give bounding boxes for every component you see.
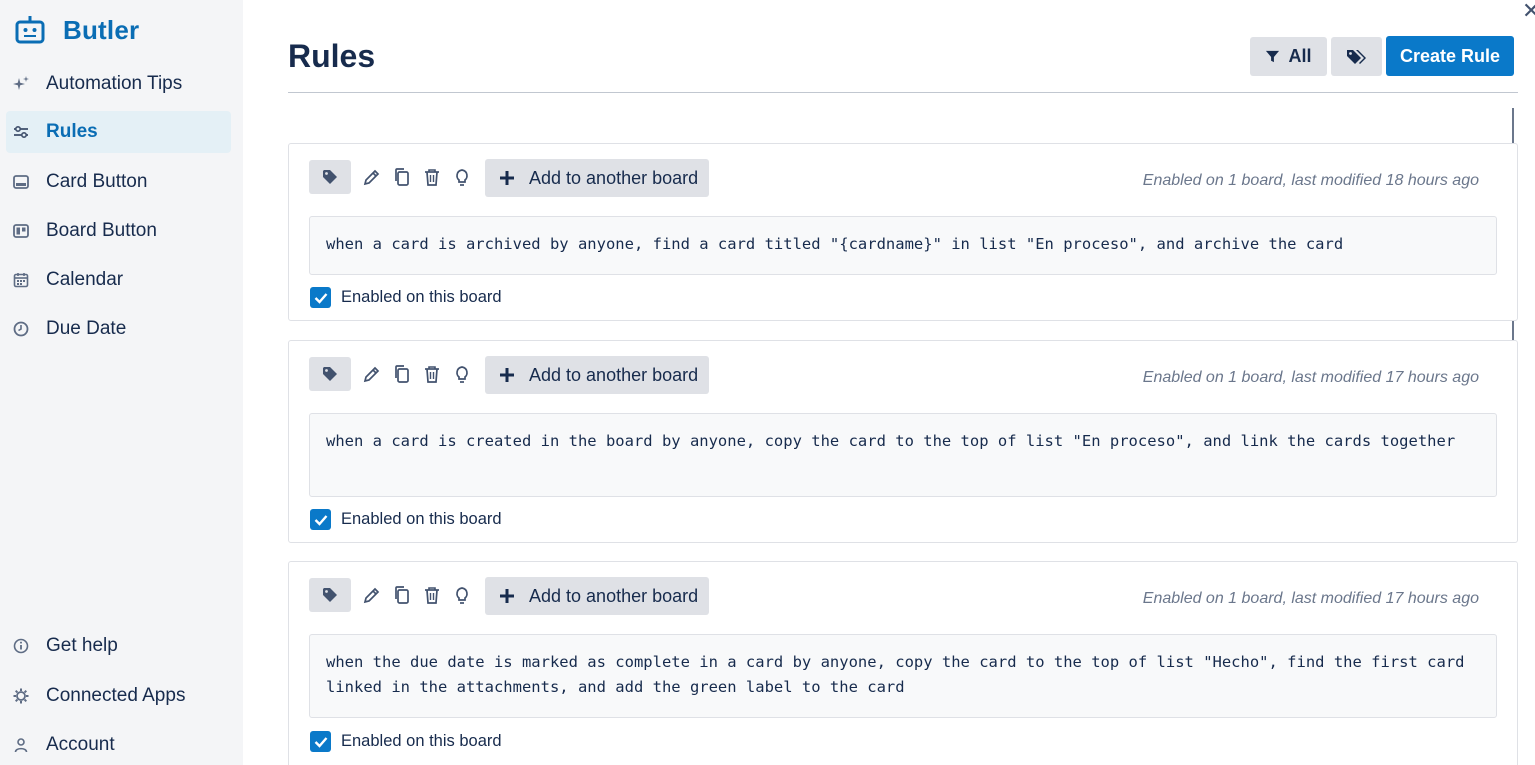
sliders-icon — [12, 123, 30, 141]
add-to-another-board-button[interactable]: Add to another board — [485, 356, 709, 394]
gear-icon — [12, 687, 30, 705]
rule-text: when a card is archived by anyone, find … — [309, 216, 1497, 275]
rule-meta: Enabled on 1 board, last modified 17 hou… — [1142, 590, 1479, 607]
sidebar-item-label: Card Button — [46, 171, 148, 192]
sparkles-icon — [12, 75, 30, 93]
enabled-checkbox[interactable]: Enabled on this board — [310, 509, 502, 530]
sidebar-item-label: Connected Apps — [46, 685, 186, 706]
board-button-icon — [12, 222, 30, 240]
filter-label: All — [1288, 46, 1312, 66]
info-icon — [12, 637, 30, 655]
trash-icon[interactable] — [421, 166, 443, 188]
rule-card: Add to another board Enabled on 1 board,… — [288, 143, 1518, 321]
add-to-another-board-button[interactable]: Add to another board — [485, 577, 709, 615]
checkmark-icon — [310, 731, 331, 752]
tag-icon — [322, 169, 338, 185]
copy-icon[interactable] — [391, 166, 413, 188]
trash-icon[interactable] — [421, 584, 443, 606]
enabled-label: Enabled on this board — [341, 732, 502, 750]
sidebar-item-rules[interactable]: Rules — [6, 111, 231, 153]
copy-icon[interactable] — [391, 363, 413, 385]
tag-icon — [322, 587, 338, 603]
enabled-label: Enabled on this board — [341, 510, 502, 528]
plus-icon — [497, 171, 517, 185]
sidebar-item-label: Get help — [46, 635, 118, 656]
plus-icon — [497, 368, 517, 382]
butler-brand[interactable]: Butler — [14, 14, 139, 46]
sidebar-item-label: Rules — [46, 121, 98, 142]
clock-icon — [12, 320, 30, 338]
rule-tag-button[interactable] — [309, 357, 351, 391]
rule-card: Add to another board Enabled on 1 board,… — [288, 340, 1518, 543]
trash-icon[interactable] — [421, 363, 443, 385]
sidebar-item-connected-apps[interactable]: Connected Apps — [6, 675, 231, 717]
app-name: Butler — [63, 14, 140, 45]
rule-text: when a card is created in the board by a… — [309, 413, 1497, 497]
sidebar-item-card-button[interactable]: Card Button — [6, 161, 231, 203]
sidebar-item-automation-tips[interactable]: Automation Tips — [6, 63, 231, 105]
enabled-checkbox[interactable]: Enabled on this board — [310, 731, 502, 752]
lightbulb-icon[interactable] — [451, 166, 473, 188]
sidebar-item-board-button[interactable]: Board Button — [6, 210, 231, 252]
tag-icon — [322, 366, 338, 382]
sidebar-item-label: Due Date — [46, 318, 127, 339]
header-divider — [288, 92, 1518, 93]
tags-filter-button[interactable] — [1331, 37, 1382, 76]
sidebar-item-get-help[interactable]: Get help — [6, 625, 231, 667]
rule-meta: Enabled on 1 board, last modified 17 hou… — [1142, 369, 1479, 386]
sidebar-item-calendar[interactable]: Calendar — [6, 259, 231, 301]
sidebar-item-label: Calendar — [46, 269, 124, 290]
person-icon — [12, 736, 30, 754]
add-to-another-board-button[interactable]: Add to another board — [485, 159, 709, 197]
sidebar-item-label: Board Button — [46, 220, 157, 241]
add-board-label: Add to another board — [529, 167, 699, 188]
calendar-icon — [12, 271, 30, 289]
pencil-icon[interactable] — [361, 584, 383, 606]
lightbulb-icon[interactable] — [451, 363, 473, 385]
rule-meta: Enabled on 1 board, last modified 18 hou… — [1142, 172, 1479, 189]
close-icon[interactable]: ✕ — [1522, 0, 1535, 22]
add-board-label: Add to another board — [529, 585, 699, 606]
pencil-icon[interactable] — [361, 363, 383, 385]
plus-icon — [497, 589, 517, 603]
rule-text: when the due date is marked as complete … — [309, 634, 1497, 718]
create-rule-button[interactable]: Create Rule — [1386, 36, 1514, 76]
sidebar-item-label: Account — [46, 734, 115, 755]
filter-button[interactable]: All — [1250, 37, 1327, 76]
page-title: Rules — [288, 38, 376, 74]
pencil-icon[interactable] — [361, 166, 383, 188]
checkmark-icon — [310, 509, 331, 530]
enabled-label: Enabled on this board — [341, 288, 502, 306]
sidebar-item-account[interactable]: Account — [6, 724, 231, 765]
enabled-checkbox[interactable]: Enabled on this board — [310, 287, 502, 308]
rule-tag-button[interactable] — [309, 160, 351, 194]
filter-icon — [1265, 49, 1280, 64]
add-board-label: Add to another board — [529, 364, 699, 385]
checkmark-icon — [310, 287, 331, 308]
rule-card: Add to another board Enabled on 1 board,… — [288, 561, 1518, 765]
rule-tag-button[interactable] — [309, 578, 351, 612]
tags-icon — [1346, 48, 1368, 66]
lightbulb-icon[interactable] — [451, 584, 473, 606]
sidebar-item-label: Automation Tips — [46, 73, 183, 94]
card-button-icon — [12, 173, 30, 191]
robot-icon — [14, 15, 46, 45]
copy-icon[interactable] — [391, 584, 413, 606]
sidebar: Butler Automation Tips Rules Card Button… — [0, 0, 243, 765]
sidebar-item-due-date[interactable]: Due Date — [6, 308, 231, 350]
